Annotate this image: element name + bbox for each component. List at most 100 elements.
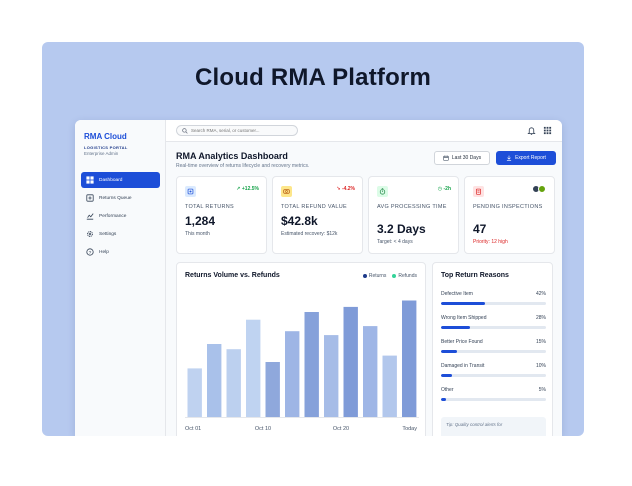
sidebar-item-label: Returns Queue [99, 195, 132, 201]
kpi-note: Target: < 4 days [377, 239, 413, 245]
legend-item-refunds[interactable]: Refunds [392, 273, 417, 279]
kpi-card-total-returns[interactable]: ↗ +12.5% TOTAL RETURNS 1,284 This month [176, 176, 267, 254]
box-icon [185, 186, 196, 197]
legend-label: Refunds [398, 273, 417, 279]
chart-bar[interactable] [382, 355, 397, 417]
chart-bar[interactable] [187, 368, 202, 417]
chart-bar[interactable] [402, 300, 417, 418]
reason-bar-fill [441, 350, 457, 353]
gear-icon [86, 230, 94, 238]
date-range-button[interactable]: Last 30 Days [434, 151, 490, 165]
legend-swatch [392, 274, 397, 278]
x-tick-label: Today [402, 426, 417, 432]
top-bar [166, 120, 562, 142]
reason-percent: 15% [535, 339, 546, 345]
sidebar-item-performance[interactable]: Performance [81, 208, 160, 224]
inspector-avatars[interactable] [532, 185, 546, 193]
x-tick-label: Oct 10 [255, 426, 271, 432]
search-input[interactable] [191, 128, 291, 133]
kpi-value: 47 [473, 222, 487, 236]
stopwatch-icon [377, 186, 388, 197]
reason-percent: 10% [535, 363, 546, 369]
dashboard-icon [86, 176, 94, 184]
reason-label: Better Price Found [441, 339, 483, 345]
svg-text:?: ? [89, 250, 92, 256]
chart-bar[interactable] [363, 326, 378, 417]
legend-label: Returns [368, 273, 387, 279]
sidebar-item-returns-queue[interactable]: Returns Queue [81, 190, 160, 206]
reason-bar-track [441, 326, 546, 329]
tip-box: Tip: Quality control alerts for [441, 417, 546, 436]
x-tick-label: Oct 01 [185, 426, 201, 432]
kpi-value: 3.2 Days [377, 222, 426, 236]
kpi-note: Priority: 12 high [473, 239, 508, 245]
reason-percent: 5% [538, 387, 546, 393]
kpi-card-pending-inspections[interactable]: PENDING INSPECTIONS 47 Priority: 12 high [464, 176, 555, 254]
avatar [538, 185, 546, 193]
performance-icon [86, 212, 94, 220]
kpi-note: This month [185, 231, 210, 237]
download-icon [506, 155, 512, 161]
trend-down-icon: ↘ [336, 186, 341, 192]
chart-bar[interactable] [246, 319, 261, 417]
kpi-note: Estimated recovery: $12k [281, 231, 338, 237]
sidebar-nav: Dashboard Returns Queue Performance Sett… [81, 172, 160, 262]
reason-bar-fill [441, 398, 447, 401]
reason-item[interactable]: Better Price Found 15% [441, 339, 546, 353]
reason-item[interactable]: Damaged in Transit 10% [441, 363, 546, 377]
kpi-label: PENDING INSPECTIONS [473, 204, 543, 210]
chart-bar[interactable] [207, 344, 222, 417]
chart-legend: Returns Refunds [357, 273, 417, 279]
app-window: RMA Cloud LOGISTICS PORTAL Enterprise Ad… [75, 120, 562, 436]
reason-item[interactable]: Other 5% [441, 387, 546, 401]
reason-bar-track [441, 350, 546, 353]
user-role: Enterprise Admin [84, 151, 119, 156]
bell-icon[interactable] [527, 126, 536, 135]
clock-icon: ◷ [437, 186, 443, 192]
reason-label: Other [441, 387, 454, 393]
reason-percent: 28% [535, 315, 546, 321]
chart-bar[interactable] [285, 331, 300, 417]
chart-bar[interactable] [304, 312, 319, 417]
returns-queue-icon [86, 194, 94, 202]
sidebar-item-label: Performance [99, 213, 127, 219]
reason-bar-track [441, 398, 546, 401]
apps-grid-icon[interactable] [543, 126, 552, 135]
brand-name[interactable]: RMA Cloud [84, 132, 127, 141]
kpi-delta: ↗ +12.5% [236, 186, 259, 192]
reason-bar-fill [441, 302, 486, 305]
kpi-card-total-refund-value[interactable]: ↘ -4.2% TOTAL REFUND VALUE $42.8k Estima… [272, 176, 363, 254]
sidebar-item-label: Help [99, 249, 109, 255]
search-box[interactable] [176, 125, 298, 136]
export-label: Export Report [515, 155, 546, 161]
reason-item[interactable]: Defective Item 42% [441, 291, 546, 305]
export-report-button[interactable]: Export Report [496, 151, 556, 165]
top-return-reasons-panel: Top Return Reasons Defective Item 42% Wro… [432, 262, 553, 436]
search-icon [182, 127, 188, 134]
sidebar-item-label: Dashboard [99, 177, 123, 183]
brand-subtitle: LOGISTICS PORTAL [84, 145, 128, 150]
sidebar-item-settings[interactable]: Settings [81, 226, 160, 242]
kpi-card-avg-processing-time[interactable]: ◷ -2h AVG PROCESSING TIME 3.2 Days Targe… [368, 176, 459, 254]
chart-bar[interactable] [226, 349, 241, 417]
legend-swatch [362, 274, 367, 278]
chart-title: Returns Volume vs. Refunds [185, 272, 280, 279]
sidebar: RMA Cloud LOGISTICS PORTAL Enterprise Ad… [75, 120, 166, 436]
chart-bar[interactable] [324, 335, 339, 417]
page-title: RMA Analytics Dashboard [176, 151, 288, 161]
reason-bar-fill [441, 374, 452, 377]
chart-bar[interactable] [265, 362, 280, 417]
sidebar-item-help[interactable]: ? Help [81, 244, 160, 260]
legend-item-returns[interactable]: Returns [362, 273, 387, 279]
bar-chart: Oct 01 Oct 10 Oct 20 Today [185, 300, 419, 432]
reason-item[interactable]: Wrong Item Shipped 28% [441, 315, 546, 329]
page-subtitle: Real-time overview of returns lifecycle … [176, 163, 310, 169]
reason-label: Wrong Item Shipped [441, 315, 487, 321]
chart-bar[interactable] [343, 306, 358, 417]
kpi-label: TOTAL RETURNS [185, 204, 235, 210]
sidebar-item-dashboard[interactable]: Dashboard [81, 172, 160, 188]
reason-bar-track [441, 374, 546, 377]
sidebar-item-label: Settings [99, 231, 117, 237]
returns-chart-panel: Returns Volume vs. Refunds Returns Refun… [176, 262, 426, 436]
hero-banner: Cloud RMA Platform RMA Cloud LOGISTICS P… [42, 42, 584, 436]
